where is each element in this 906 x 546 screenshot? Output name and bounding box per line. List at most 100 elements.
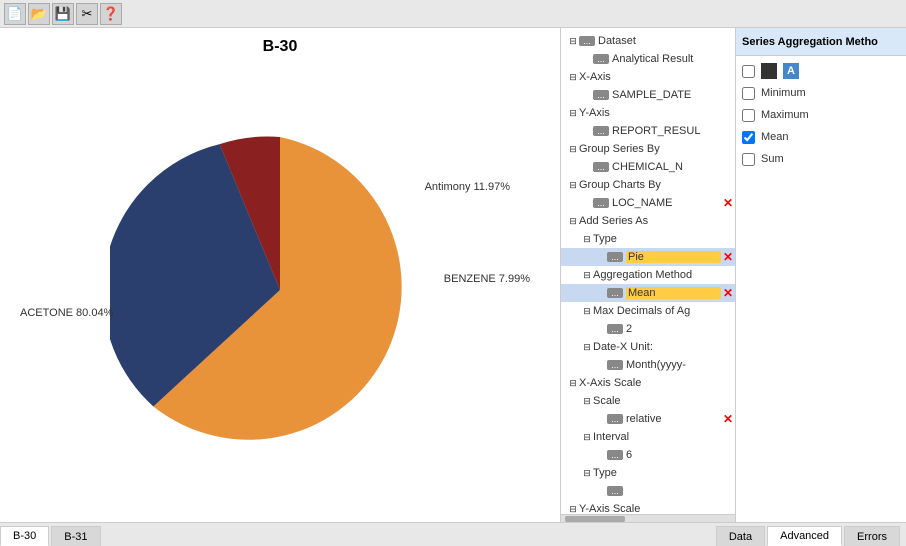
tree-badge: ... <box>607 252 623 262</box>
tree-item[interactable]: ⊟Group Series By <box>561 140 735 158</box>
help-button[interactable]: ❓ <box>100 3 122 25</box>
tree-item[interactable]: ...SAMPLE_DATE <box>561 86 735 104</box>
tree-item[interactable]: ⊟Interval <box>561 428 735 446</box>
tree-item[interactable]: ⊟Max Decimals of Ag <box>561 302 735 320</box>
tree-text: REPORT_RESUL <box>612 125 733 137</box>
tree-item[interactable]: ⊟Type <box>561 230 735 248</box>
tree-badge: ... <box>607 324 623 334</box>
tree-expand-icon[interactable]: ⊟ <box>567 216 579 227</box>
tree-text: X-Axis <box>579 71 733 83</box>
tree-expand-icon[interactable]: ⊟ <box>581 234 593 245</box>
checkbox-input[interactable] <box>742 109 755 122</box>
tree-hscroll[interactable] <box>561 514 735 522</box>
tree-item[interactable]: ⊟X-Axis Scale <box>561 374 735 392</box>
tree-expand-icon[interactable]: ⊟ <box>567 72 579 83</box>
tree-item[interactable]: ...relative✕ <box>561 410 735 428</box>
pie-container: Antimony 11.97% BENZENE 7.99% ACETONE 80… <box>20 68 540 512</box>
tree-badge: ... <box>593 90 609 100</box>
bottom-tab-left[interactable]: B-30 <box>0 526 49 546</box>
tree-expand-icon[interactable]: ⊟ <box>567 144 579 155</box>
right-panel: Series Aggregation Metho A Minimum Maximum… <box>736 28 906 522</box>
tree-badge: ... <box>579 36 595 46</box>
tree-badge: ... <box>607 450 623 460</box>
tree-text: Aggregation Method <box>593 269 733 281</box>
tree-text: relative <box>626 413 721 425</box>
tree-expand-icon[interactable]: ⊟ <box>581 468 593 479</box>
checkbox-input[interactable] <box>742 65 755 78</box>
bottom-tabs: B-30B-31 DataAdvancedErrors <box>0 522 906 546</box>
tree-text: Y-Axis <box>579 107 733 119</box>
save-button[interactable]: 💾 <box>52 3 74 25</box>
tree-content-area: ⊟...Dataset...Analytical Result⊟X-Axis..… <box>561 28 735 522</box>
tree-delete-icon[interactable]: ✕ <box>723 286 733 300</box>
tree-item[interactable]: ⊟Date-X Unit: <box>561 338 735 356</box>
tree-item[interactable]: ...Analytical Result <box>561 50 735 68</box>
bottom-tab-right[interactable]: Errors <box>844 526 900 546</box>
tree-expand-icon[interactable]: ⊟ <box>567 504 579 515</box>
tree-expand-icon[interactable]: ⊟ <box>581 396 593 407</box>
tree-text: LOC_NAME <box>612 197 721 209</box>
right-panel-content: A Minimum MaximumMeanSum <box>736 56 906 522</box>
tree-badge: ... <box>607 414 623 424</box>
tree-hscroll-thumb <box>565 516 625 522</box>
tree-scroll[interactable]: ⊟...Dataset...Analytical Result⊟X-Axis..… <box>561 28 735 514</box>
tree-delete-icon[interactable]: ✕ <box>723 412 733 426</box>
tree-text: Dataset <box>598 35 733 47</box>
toolbar: 📄 📂 💾 ✂ ❓ <box>0 0 906 28</box>
checkbox-row: Mean <box>742 126 900 148</box>
tree-text: Interval <box>593 431 733 443</box>
cut-button[interactable]: ✂ <box>76 3 98 25</box>
tree-item[interactable]: ⊟Add Series As <box>561 212 735 230</box>
tree-expand-icon[interactable]: ⊟ <box>567 378 579 389</box>
antimony-label: Antimony 11.97% <box>425 181 510 193</box>
tree-expand-icon[interactable]: ⊟ <box>581 306 593 317</box>
checkbox-input[interactable] <box>742 153 755 166</box>
tree-item[interactable]: ⊟Scale <box>561 392 735 410</box>
tree-badge: ... <box>607 360 623 370</box>
right-panel-header: Series Aggregation Metho <box>736 28 906 56</box>
tree-item[interactable]: ...LOC_NAME✕ <box>561 194 735 212</box>
tree-item[interactable]: ⊟Group Charts By <box>561 176 735 194</box>
checkbox-label: Minimum <box>761 87 806 99</box>
tree-item[interactable]: ...6 <box>561 446 735 464</box>
tree-item[interactable]: ...REPORT_RESUL <box>561 122 735 140</box>
chart-area: B-30 Antimony 11.97% BENZENE 7.99% ACETO… <box>0 28 561 522</box>
tree-item[interactable]: ⊟Aggregation Method <box>561 266 735 284</box>
checkbox-row: Maximum <box>742 104 900 126</box>
tree-item[interactable]: ...Pie✕ <box>561 248 735 266</box>
tree-item[interactable]: ...Mean✕ <box>561 284 735 302</box>
tree-badge: ... <box>607 288 623 298</box>
tree-item[interactable]: ... <box>561 482 735 500</box>
tree-expand-icon[interactable]: ⊟ <box>581 342 593 353</box>
bottom-tab-left[interactable]: B-31 <box>51 526 100 546</box>
tree-item[interactable]: ⊟X-Axis <box>561 68 735 86</box>
tree-item[interactable]: ⊟...Dataset <box>561 32 735 50</box>
tree-item[interactable]: ...2 <box>561 320 735 338</box>
tree-delete-icon[interactable]: ✕ <box>723 196 733 210</box>
tree-item[interactable]: ⊟Y-Axis <box>561 104 735 122</box>
tree-item[interactable]: ⊟Y-Axis Scale <box>561 500 735 514</box>
checkbox-input[interactable] <box>742 131 755 144</box>
tree-expand-icon[interactable]: ⊟ <box>567 180 579 191</box>
tree-delete-icon[interactable]: ✕ <box>723 250 733 264</box>
checkbox-input[interactable] <box>742 87 755 100</box>
tree-expand-icon[interactable]: ⊟ <box>567 108 579 119</box>
new-button[interactable]: 📄 <box>4 3 26 25</box>
bottom-tab-right[interactable]: Advanced <box>767 526 842 546</box>
tree-expand-icon[interactable]: ⊟ <box>581 432 593 443</box>
tree-expand-icon[interactable]: ⊟ <box>567 36 579 47</box>
pie-chart: Antimony 11.97% BENZENE 7.99% ACETONE 80… <box>110 120 450 460</box>
tree-text: Add Series As <box>579 215 733 227</box>
tree-expand-icon[interactable]: ⊟ <box>581 270 593 281</box>
open-button[interactable]: 📂 <box>28 3 50 25</box>
tree-item[interactable]: ...Month(yyyy- <box>561 356 735 374</box>
bottom-tab-right[interactable]: Data <box>716 526 765 546</box>
tree-item[interactable]: ⊟Type <box>561 464 735 482</box>
tree-text: Month(yyyy- <box>626 359 733 371</box>
checkbox-row: Sum <box>742 148 900 170</box>
a-icon: A <box>783 63 799 79</box>
tree-item[interactable]: ...CHEMICAL_N <box>561 158 735 176</box>
tree-text: CHEMICAL_N <box>612 161 733 173</box>
benzene-label: BENZENE 7.99% <box>444 273 530 285</box>
tree-text: Y-Axis Scale <box>579 503 733 514</box>
